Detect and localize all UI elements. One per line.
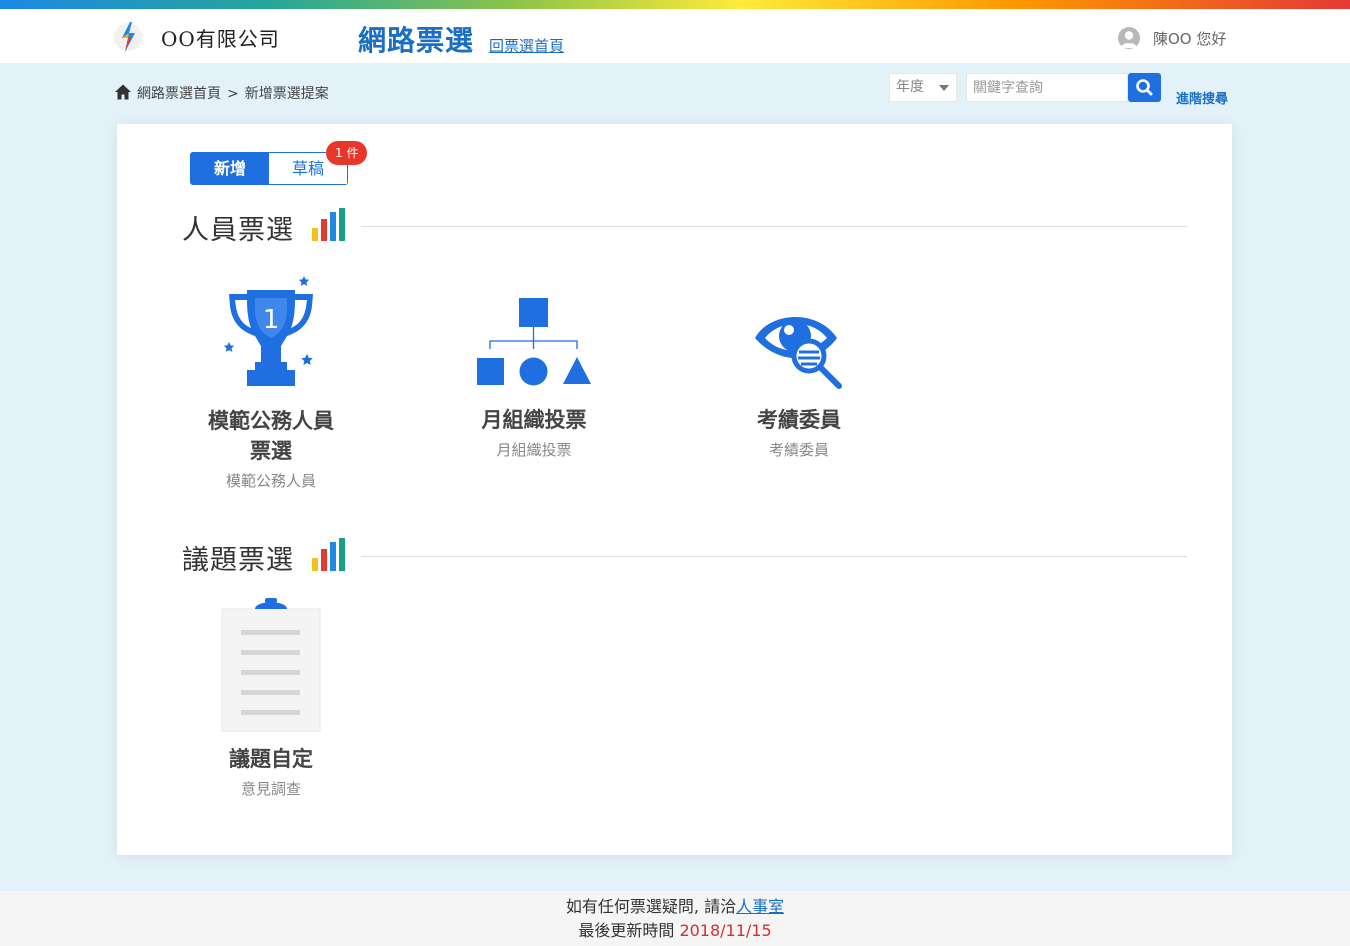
tile-monthly-org-vote[interactable]: 月組織投票 月組織投票 — [454, 296, 614, 460]
back-to-home-link[interactable]: 回票選首頁 — [489, 35, 564, 56]
chevron-down-icon — [939, 85, 949, 91]
search-icon — [1136, 79, 1153, 96]
tile-title: 月組織投票 — [481, 408, 587, 432]
tab-group: 新增 草稿 — [190, 152, 348, 185]
footer-contact-text: 如有任何票選疑問, 請洽 — [565, 897, 737, 916]
org-chart-icon — [477, 298, 591, 386]
breadcrumb-current: 新增票選提案 — [244, 86, 329, 102]
breadcrumb-separator: > — [227, 86, 239, 102]
section-title-personnel: 人員票選 — [182, 215, 294, 246]
tile-title: 議題自定 — [229, 747, 313, 771]
user-greeting[interactable]: 陳OO 您好 — [1153, 28, 1226, 49]
trophy-icon: 1 — [223, 276, 313, 386]
company-logo-icon — [114, 22, 142, 52]
tile-title-line2: 票選 — [250, 439, 292, 463]
tab-new[interactable]: 新增 — [191, 153, 269, 184]
user-avatar-icon[interactable] — [1118, 27, 1140, 49]
tile-title: 考績委員 — [757, 408, 841, 432]
company-name: OO有限公司 — [161, 27, 280, 51]
footer-update-line: 最後更新時間 2018/11/15 — [0, 919, 1350, 943]
system-title: 網路票選 — [358, 24, 475, 57]
section-title-topic: 議題票選 — [182, 545, 294, 576]
clipboard-icon — [221, 598, 321, 732]
section-divider — [361, 226, 1187, 227]
tile-model-civil-servant[interactable]: 1 模範公務人員 票選 模範公務人員 — [191, 276, 351, 491]
main-card: 新增 草稿 1 件 人員票選 1 模範公務人員 票選 模範公務人員 月組織投票 … — [117, 124, 1232, 855]
bar-chart-icon — [312, 538, 345, 571]
year-select-label: 年度 — [896, 79, 924, 95]
footer-update-label: 最後更新時間 — [578, 921, 680, 940]
svg-text:1: 1 — [263, 305, 280, 335]
tile-title: 模範公務人員 — [208, 409, 334, 433]
advanced-search-link[interactable]: 進階搜尋 — [1176, 88, 1228, 107]
year-select[interactable]: 年度 — [889, 73, 957, 102]
tile-performance-committee[interactable]: 考績委員 考績委員 — [719, 308, 879, 460]
eye-search-icon — [755, 316, 842, 389]
home-icon[interactable] — [114, 83, 132, 101]
tile-subtitle: 考績委員 — [768, 441, 829, 459]
tile-subtitle: 月組織投票 — [496, 441, 572, 459]
tile-custom-topic[interactable]: 議題自定 意見調查 — [191, 598, 351, 799]
footer-contact-line: 如有任何票選疑問, 請洽人事室 — [0, 895, 1350, 919]
breadcrumb-home[interactable]: 網路票選首頁 — [137, 86, 221, 102]
tile-subtitle: 模範公務人員 — [225, 472, 316, 490]
last-updated-date: 2018/11/15 — [679, 921, 772, 940]
keyword-search-input[interactable] — [966, 73, 1128, 102]
search-button[interactable] — [1128, 73, 1161, 102]
breadcrumb: 網路票選首頁 > 新增票選提案 — [137, 83, 329, 103]
top-header: OO有限公司 網路票選 回票選首頁 陳OO 您好 — [0, 9, 1350, 63]
top-gradient-bar — [0, 0, 1350, 9]
section-divider — [361, 556, 1187, 557]
bar-chart-icon — [312, 208, 345, 241]
draft-count-badge: 1 件 — [326, 141, 368, 165]
hr-office-link[interactable]: 人事室 — [736, 897, 784, 916]
footer: 如有任何票選疑問, 請洽人事室 最後更新時間 2018/11/15 — [0, 891, 1350, 946]
tile-subtitle: 意見調查 — [240, 780, 301, 798]
